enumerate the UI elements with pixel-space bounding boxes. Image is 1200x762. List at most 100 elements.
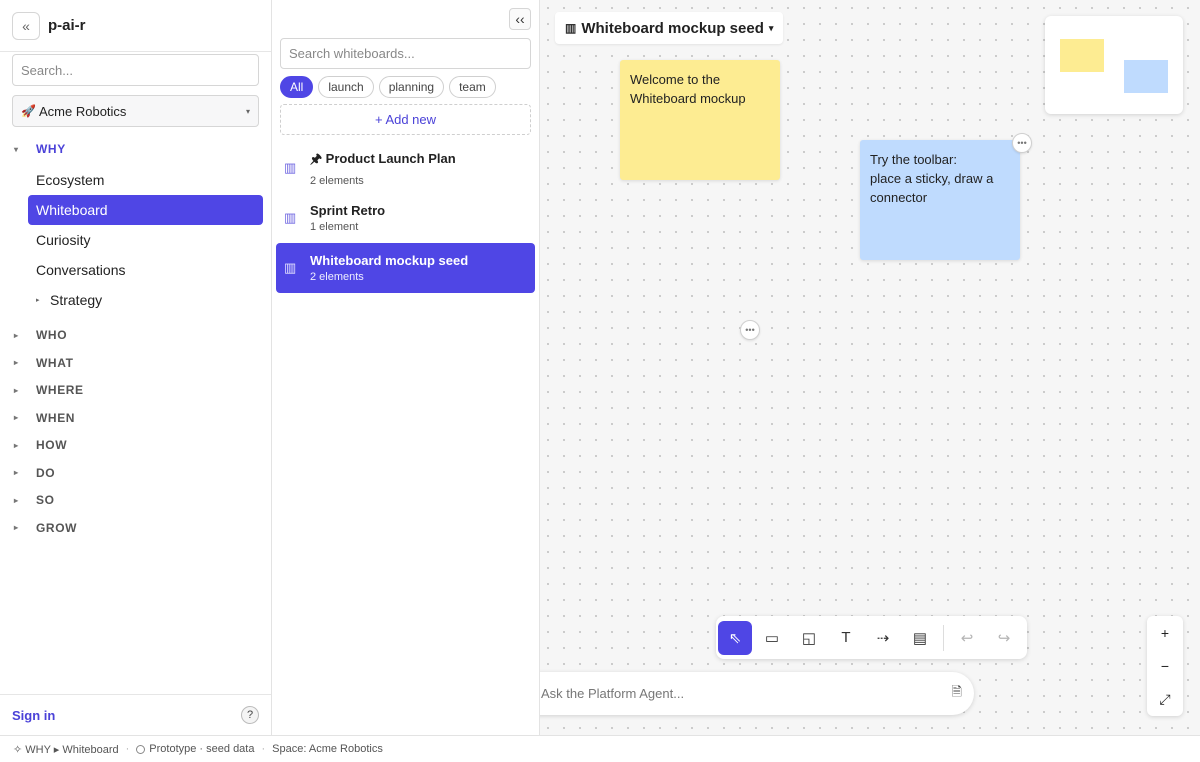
- sidebar-collapse-button[interactable]: «: [12, 11, 40, 40]
- whiteboard-item-text: 🖈 Product Launch Plan 2 elements: [310, 150, 456, 187]
- sidebar-item-curiosity[interactable]: Curiosity: [28, 225, 263, 255]
- chip-all[interactable]: All: [280, 76, 314, 98]
- add-new-whiteboard-button[interactable]: + Add new: [280, 104, 531, 135]
- nav-group-do[interactable]: ▸ DO: [0, 461, 271, 485]
- zoom-out-button[interactable]: −: [1161, 658, 1169, 674]
- whiteboard-item-whiteboard-mockup-seed[interactable]: ▥ Whiteboard mockup seed 2 elements: [276, 243, 535, 293]
- nav-group-grow[interactable]: ▸ GROW: [0, 516, 271, 540]
- whiteboard-item-product-launch-plan[interactable]: ▥ 🖈 Product Launch Plan 2 elements: [276, 143, 535, 193]
- sidebar-search-input[interactable]: [12, 54, 259, 86]
- status-bar: ✧ WHY ▸ Whiteboard · Prototype · seed da…: [0, 735, 1200, 762]
- platform-agent-bar: 🦋 🗎: [540, 672, 974, 715]
- nav-group-label: SO: [36, 493, 55, 507]
- sidebar-item-conversations[interactable]: Conversations: [28, 255, 263, 285]
- comment-icon[interactable]: •••: [740, 320, 760, 340]
- nav-group-how[interactable]: ▸ HOW: [0, 433, 271, 457]
- sign-in-link[interactable]: Sign in: [12, 708, 241, 723]
- comment-icon: ▤: [912, 629, 928, 647]
- whiteboard-item-sprint-retro[interactable]: ▥ Sprint Retro 1 element: [276, 193, 535, 243]
- list-panel-collapse-button[interactable]: ‹‹: [509, 8, 531, 30]
- comment-icon[interactable]: •••: [1012, 133, 1032, 153]
- chevron-down-icon: ▾: [245, 106, 250, 116]
- undo-button[interactable]: ↩: [950, 621, 984, 655]
- nav-group-what[interactable]: ▸ WHAT: [0, 351, 271, 375]
- attach-file-icon[interactable]: 🗎: [952, 683, 962, 705]
- minimap[interactable]: [1045, 16, 1183, 114]
- sticky-note-icon: ▭: [764, 629, 780, 647]
- chevron-right-icon: ▸: [14, 330, 19, 340]
- status-circle-icon: [136, 744, 146, 754]
- whiteboard-item-count: 2 elements: [310, 174, 364, 187]
- status-separator: ·: [125, 743, 130, 755]
- whiteboard-item-text: Whiteboard mockup seed 2 elements: [310, 253, 468, 283]
- chip-team[interactable]: team: [449, 76, 496, 98]
- help-button[interactable]: ?: [241, 706, 259, 724]
- chip-planning[interactable]: planning: [378, 76, 445, 98]
- nav-group-label: WHO: [36, 328, 68, 342]
- nav-group-label: WHERE: [36, 383, 84, 397]
- cursor-arrow-icon: ⇖: [728, 629, 742, 647]
- sidebar-footer: Sign in ?: [0, 694, 271, 735]
- nav-group-where[interactable]: ▸ WHERE: [0, 378, 271, 402]
- zoom-in-button[interactable]: +: [1161, 625, 1169, 641]
- chevron-right-icon: ▸: [14, 385, 19, 395]
- nav-group-who[interactable]: ▸ WHO: [0, 323, 271, 347]
- connector-tool-button[interactable]: ⇢: [866, 621, 900, 655]
- sidebar-item-label: Strategy: [50, 292, 103, 308]
- board-title-dropdown[interactable]: ▥ Whiteboard mockup seed ▾: [555, 12, 784, 44]
- shapes-tool-button[interactable]: ◱: [792, 621, 826, 655]
- sticky-tool-button[interactable]: ▭: [755, 621, 789, 655]
- nav-group-when[interactable]: ▸ WHEN: [0, 406, 271, 430]
- connector-arrow-icon: ⇢: [876, 629, 890, 647]
- canvas-toolbar: ⇖ ▭ ◱ T ⇢ ▤ ↩ ↪: [716, 616, 1027, 659]
- sticky-note[interactable]: Welcome to the Whiteboard mockup: [620, 60, 780, 180]
- nav-group-label: WHEN: [36, 410, 76, 425]
- chevron-right-icon: ▸: [36, 297, 40, 304]
- redo-icon: ↪: [997, 629, 1011, 647]
- sidebar-item-strategy[interactable]: ▸ Strategy: [28, 285, 263, 315]
- text-tool-button[interactable]: T: [829, 621, 863, 655]
- chevron-right-icon: ▸: [14, 523, 19, 532]
- chevron-down-icon: ▾: [768, 22, 774, 33]
- whiteboard-item-count: 1 element: [310, 221, 359, 233]
- whiteboard-item-title-text: Product Launch Plan: [325, 150, 456, 166]
- comment-tool-button[interactable]: ▤: [903, 621, 937, 655]
- shapes-icon: ◱: [801, 629, 817, 647]
- sticky-note[interactable]: Try the toolbar: place a sticky, draw a …: [860, 140, 1020, 260]
- chevron-right-icon: ▸: [14, 413, 19, 422]
- whiteboard-item-title: Sprint Retro: [310, 203, 386, 218]
- chevron-right-icon: ▸: [14, 468, 19, 477]
- whiteboard-list: ▥ 🖈 Product Launch Plan 2 elements ▥ Spr…: [276, 143, 535, 293]
- status-breadcrumb[interactable]: ✧ WHY ▸ Whiteboard: [13, 743, 119, 756]
- chevron-right-icon: ▸: [14, 495, 19, 505]
- nav-group-why[interactable]: ▾ WHY: [0, 137, 271, 161]
- zoom-controls: + − ⤢: [1147, 616, 1183, 716]
- agent-prompt-input[interactable]: [541, 686, 952, 701]
- redo-button[interactable]: ↪: [987, 621, 1021, 655]
- text-icon: T: [841, 629, 851, 646]
- sidebar-nav: ▾ WHY Ecosystem Whiteboard Curiosity Con…: [0, 137, 271, 543]
- whiteboard-item-text: Sprint Retro 1 element: [310, 203, 385, 233]
- sidebar-item-whiteboard[interactable]: Whiteboard: [28, 195, 263, 225]
- status-mode: Prototype · seed data: [149, 743, 255, 755]
- whiteboard-canvas[interactable]: ▥ Whiteboard mockup seed ▾ Welcome to th…: [540, 0, 1200, 735]
- chevron-down-icon: ▾: [14, 144, 19, 154]
- nav-group-so[interactable]: ▸ SO: [0, 488, 271, 512]
- nav-group-label: GROW: [36, 520, 78, 535]
- nav-group-label: WHAT: [36, 355, 74, 370]
- chevron-right-icon: ▸: [14, 358, 19, 367]
- whiteboard-item-title: Whiteboard mockup seed: [310, 253, 469, 268]
- status-space: Space: Acme Robotics: [272, 743, 383, 755]
- sidebar-header: « p-ai-r: [0, 0, 271, 52]
- rocket-icon: 🚀: [21, 104, 36, 118]
- sidebar-item-ecosystem[interactable]: Ecosystem: [28, 165, 263, 195]
- whiteboard-search-input[interactable]: [280, 38, 531, 69]
- pin-icon: 🖈: [310, 150, 323, 166]
- status-separator: ·: [261, 743, 266, 755]
- fit-to-screen-button[interactable]: ⤢: [1159, 691, 1170, 708]
- toolbar-divider: [943, 624, 944, 651]
- organization-select[interactable]: 🚀 Acme Robotics ▾: [12, 95, 259, 127]
- select-tool-button[interactable]: ⇖: [718, 620, 752, 655]
- undo-icon: ↩: [960, 629, 974, 647]
- chip-launch[interactable]: launch: [318, 76, 374, 98]
